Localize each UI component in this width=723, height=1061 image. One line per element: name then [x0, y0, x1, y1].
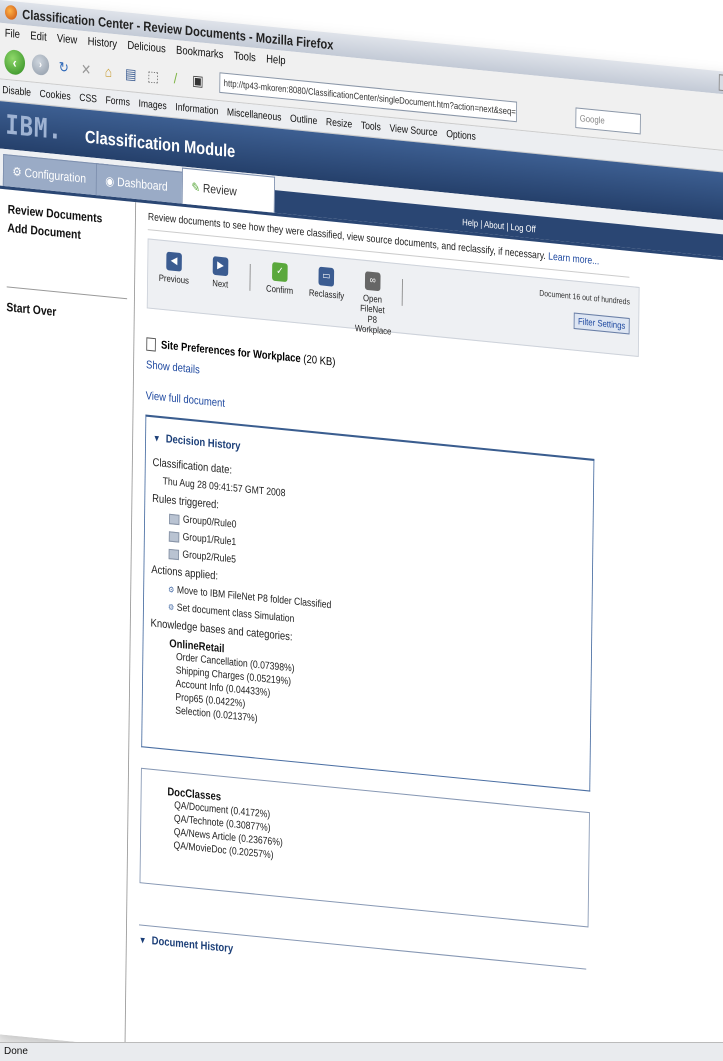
main-panel: Review documents to see how they were cl…: [125, 202, 723, 1061]
sidebar-divider: [6, 286, 128, 300]
menu-file[interactable]: File: [5, 27, 20, 41]
devtool-cookies[interactable]: Cookies: [40, 88, 71, 102]
docclasses-panel: DocClasses QA/Document (0.4172%) QA/Tech…: [139, 767, 590, 928]
home-icon[interactable]: ⌂: [101, 62, 117, 82]
devtool-view-source[interactable]: View Source: [389, 123, 437, 139]
module-title: Classification Module: [84, 127, 236, 162]
tab-configuration[interactable]: ⚙ Configuration: [2, 153, 109, 197]
menu-delicious[interactable]: Delicious: [127, 39, 166, 55]
browser-window: Classification Center - Review Documents…: [0, 0, 723, 1061]
pencil-icon[interactable]: /: [168, 68, 184, 88]
tab-dashboard-label: Dashboard: [117, 174, 168, 194]
rule-icon: [169, 513, 180, 525]
minimize-button[interactable]: _: [718, 74, 723, 93]
tab-review[interactable]: ✎ Review: [181, 167, 276, 213]
sidebar-item-start-over[interactable]: Start Over: [6, 300, 133, 327]
gear-icon: ⚙: [12, 164, 25, 180]
content-area: Review Documents Add Document Start Over…: [0, 188, 723, 1061]
menu-bookmarks[interactable]: Bookmarks: [176, 44, 223, 61]
confirm-button[interactable]: ✓ Confirm: [262, 261, 297, 296]
filter-settings-button[interactable]: Filter Settings: [573, 312, 630, 335]
devtool-tools[interactable]: Tools: [361, 120, 381, 133]
toolbar-separator: [401, 278, 403, 306]
menu-view[interactable]: View: [57, 32, 78, 46]
confirm-icon: ✓: [272, 262, 288, 283]
sidebar: Review Documents Add Document Start Over: [0, 188, 137, 1047]
document-icon: [146, 337, 156, 352]
tag-icon[interactable]: ⬚: [145, 66, 161, 86]
previous-label: Previous: [158, 272, 189, 286]
decision-history-panel: ▼ Decision History Classification date: T…: [141, 414, 595, 792]
document-counter: Document 16 out of hundreds: [539, 288, 630, 307]
rule-label: Group2/Rule5: [182, 549, 237, 566]
reclassify-label: Reclassify: [308, 287, 345, 302]
menu-help[interactable]: Help: [266, 53, 286, 67]
collapse-triangle-icon: ▼: [138, 934, 147, 946]
devtool-miscellaneous[interactable]: Miscellaneous: [227, 106, 282, 123]
document-name: Site Preferences for Workplace: [160, 339, 301, 366]
search-input[interactable]: Google: [575, 107, 641, 135]
devtool-forms[interactable]: Forms: [105, 94, 130, 108]
devtool-options[interactable]: Options: [446, 128, 476, 142]
tab-dashboard[interactable]: ◉ Dashboard: [95, 163, 193, 205]
next-icon: ▶: [212, 256, 229, 277]
devtool-images[interactable]: Images: [138, 98, 166, 112]
toolbar-separator: [249, 263, 251, 291]
status-bar: Done: [0, 1042, 723, 1061]
action-gear-icon: ⚙: [167, 602, 175, 613]
next-label: Next: [212, 277, 229, 290]
previous-icon: ◀: [166, 251, 182, 272]
document-history-header[interactable]: ▼ Document History: [138, 924, 587, 991]
menu-history[interactable]: History: [88, 35, 118, 50]
ibm-logo: IBM.: [5, 109, 63, 147]
bookmark-icon[interactable]: ▤: [123, 64, 139, 84]
window-controls: _ □ ×: [718, 74, 723, 95]
folder-icon: ▭: [318, 266, 335, 287]
menu-edit[interactable]: Edit: [30, 30, 46, 44]
stop-icon[interactable]: ✕: [78, 59, 94, 79]
open-filenet-button[interactable]: ∞ Open FileNet P8 Workplace: [354, 270, 392, 337]
open-filenet-label: Open FileNet P8 Workplace: [354, 292, 392, 337]
decision-history-title: Decision History: [165, 433, 241, 453]
firefox-icon: [4, 4, 18, 21]
rule-icon: [168, 548, 180, 560]
forward-button[interactable]: ›: [31, 53, 50, 76]
review-icon: ✎: [191, 179, 203, 196]
screen-icon[interactable]: ▣: [190, 70, 206, 90]
menu-tools[interactable]: Tools: [234, 50, 256, 65]
status-text: Done: [4, 1046, 28, 1057]
devtool-resize[interactable]: Resize: [326, 116, 352, 130]
reload-icon[interactable]: ↻: [56, 57, 72, 77]
devtool-disable[interactable]: Disable: [2, 84, 31, 98]
previous-button[interactable]: ◀ Previous: [157, 251, 192, 286]
screenshot-stage: Classification Center - Review Documents…: [0, 0, 723, 1061]
devtool-information[interactable]: Information: [175, 101, 218, 117]
tab-review-label: Review: [202, 180, 237, 199]
action-gear-icon: ⚙: [168, 584, 175, 595]
rule-icon: [168, 530, 180, 543]
knowledge-base: DocClasses QA/Document (0.4172%) QA/Tech…: [141, 783, 589, 893]
learn-more-link[interactable]: Learn more...: [548, 251, 599, 267]
confirm-label: Confirm: [266, 283, 294, 297]
dashboard-icon: ◉: [105, 173, 118, 189]
reclassify-button[interactable]: ▭ Reclassify: [309, 266, 344, 301]
rule-label: Group0/Rule0: [182, 514, 237, 531]
devtool-css[interactable]: CSS: [79, 92, 97, 105]
back-button[interactable]: ‹: [4, 48, 26, 76]
rule-label: Group1/Rule1: [182, 531, 237, 549]
devtool-outline[interactable]: Outline: [290, 113, 317, 127]
collapse-triangle-icon: ▼: [152, 432, 161, 444]
binoculars-icon: ∞: [364, 271, 381, 292]
document-size: (20 KB): [303, 353, 336, 369]
tab-configuration-label: Configuration: [24, 165, 87, 186]
next-button[interactable]: ▶ Next: [203, 255, 238, 290]
document-history-title: Document History: [151, 934, 234, 956]
